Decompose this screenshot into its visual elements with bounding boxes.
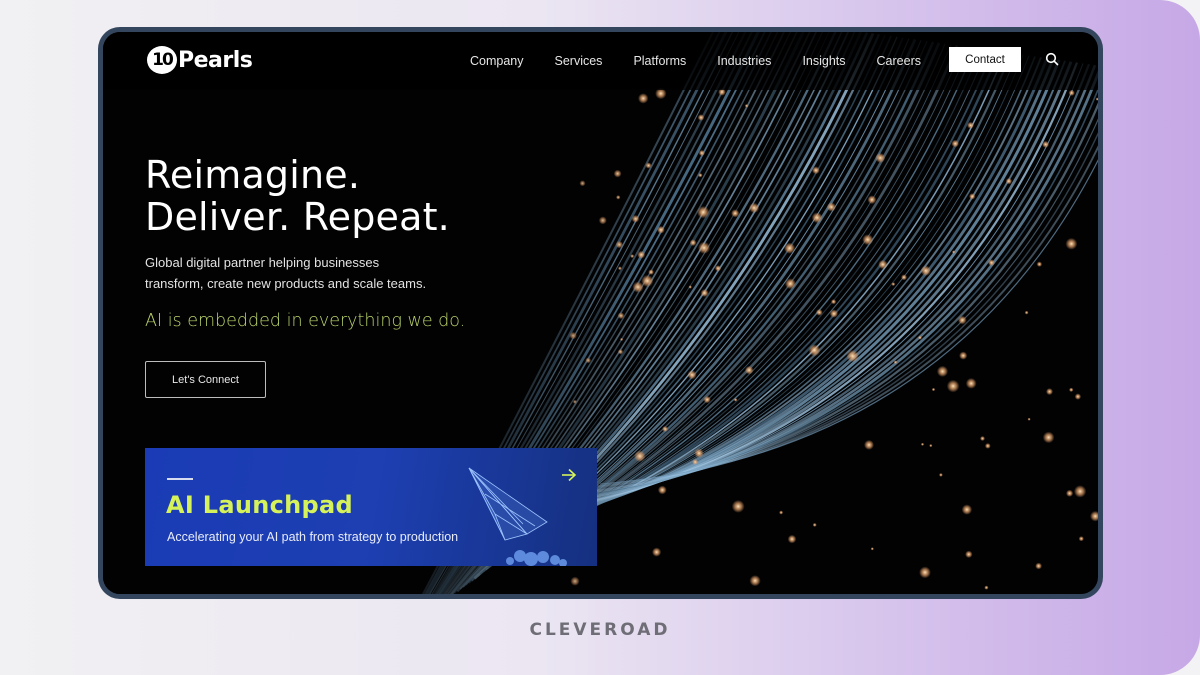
browser-frame: 10 Pearls Company Services Platforms Ind… [98, 27, 1103, 599]
subtext-line-1: Global digital partner helping businesse… [145, 255, 380, 270]
logo[interactable]: 10 Pearls [147, 46, 253, 74]
ai-launchpad-banner[interactable]: AI Launchpad Accelerating your AI path f… [145, 448, 597, 566]
cleveroad-watermark: CLEVEROAD [529, 620, 671, 640]
paper-plane-illustration [468, 467, 567, 566]
nav-item-industries[interactable]: Industries [717, 54, 771, 68]
arrow-right-icon[interactable] [561, 468, 577, 482]
logo-mark-icon: 10 [147, 46, 177, 74]
website-screen: 10 Pearls Company Services Platforms Ind… [103, 32, 1098, 594]
ai-tagline: AI is embedded in everything we do. [145, 311, 466, 331]
search-icon[interactable] [1045, 52, 1059, 66]
headline-line-1: Reimagine. [145, 153, 361, 197]
nav-item-careers[interactable]: Careers [877, 54, 921, 68]
nav-item-platforms[interactable]: Platforms [633, 54, 686, 68]
hero-headline: Reimagine. Deliver. Repeat. [145, 154, 465, 238]
lets-connect-button[interactable]: Let's Connect [145, 361, 266, 398]
hero-content: Reimagine. Deliver. Repeat. Global digit… [145, 154, 465, 331]
banner-subtitle: Accelerating your AI path from strategy … [167, 530, 459, 544]
top-navigation: 10 Pearls Company Services Platforms Ind… [103, 32, 1098, 90]
contact-button[interactable]: Contact [949, 47, 1021, 72]
nav-item-company[interactable]: Company [470, 54, 524, 68]
nav-item-insights[interactable]: Insights [802, 54, 845, 68]
banner-dash-divider [167, 478, 193, 480]
subtext-line-2: transform, create new products and scale… [145, 276, 427, 291]
nav-links: Company Services Platforms Industries In… [470, 54, 952, 68]
headline-line-2: Deliver. Repeat. [145, 195, 450, 239]
banner-title: AI Launchpad [166, 491, 353, 519]
logo-text: Pearls [178, 47, 253, 73]
hero-subtext: Global digital partner helping businesse… [145, 252, 455, 294]
nav-item-services[interactable]: Services [555, 54, 603, 68]
